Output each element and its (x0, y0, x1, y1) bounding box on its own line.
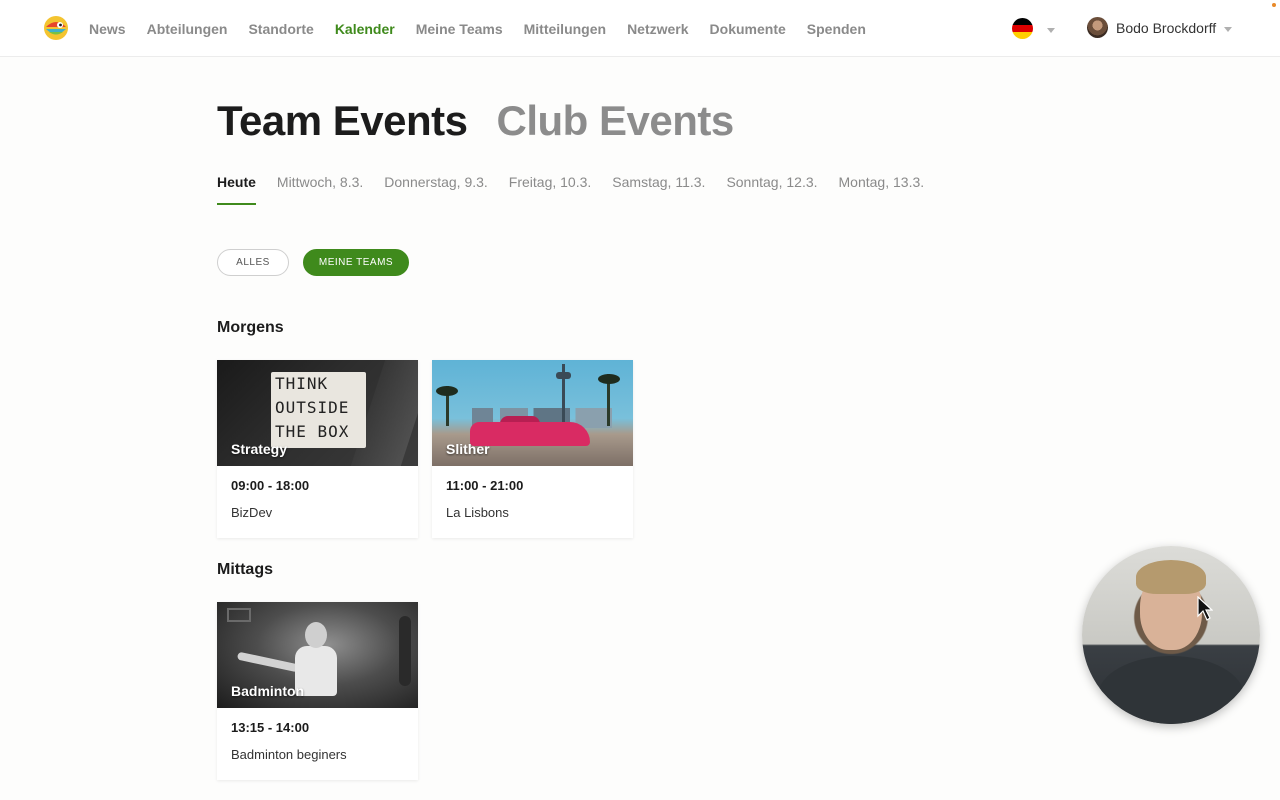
chevron-down-icon (1047, 27, 1055, 33)
top-navigation-bar: News Abteilungen Standorte Kalender Mein… (0, 0, 1280, 57)
notification-dot (1272, 3, 1276, 7)
nav-item-kalender[interactable]: Kalender (335, 21, 395, 37)
main-nav: News Abteilungen Standorte Kalender Mein… (89, 0, 887, 57)
event-time: 09:00 - 18:00 (231, 478, 310, 493)
nav-item-abteilungen[interactable]: Abteilungen (147, 21, 228, 37)
day-tab[interactable]: Montag, 13.3. (839, 174, 925, 205)
day-tab[interactable]: Freitag, 10.3. (509, 174, 592, 205)
german-flag-icon (1012, 18, 1033, 39)
tab-club-events[interactable]: Club Events (497, 97, 735, 145)
filter-all-button[interactable]: ALLES (217, 249, 289, 276)
nav-item-standorte[interactable]: Standorte (248, 21, 313, 37)
day-tab[interactable]: Sonntag, 12.3. (726, 174, 817, 205)
tab-team-events[interactable]: Team Events (217, 97, 468, 145)
mouse-cursor-icon (1197, 596, 1213, 621)
language-selector[interactable] (1012, 18, 1055, 39)
event-category: Slither (446, 441, 490, 457)
nav-item-spenden[interactable]: Spenden (807, 21, 866, 37)
nav-item-dokumente[interactable]: Dokumente (710, 21, 786, 37)
avatar (1087, 17, 1108, 38)
day-tab[interactable]: Donnerstag, 9.3. (384, 174, 488, 205)
event-time: 11:00 - 21:00 (446, 478, 524, 493)
event-category: Badminton (231, 683, 305, 699)
day-tabs: Heute Mittwoch, 8.3. Donnerstag, 9.3. Fr… (217, 174, 945, 205)
event-card-strategy[interactable]: THINK OUTSIDE THE BOX Strategy 09:00 - 1… (217, 360, 418, 538)
event-type-switch: Team Events Club Events (217, 97, 734, 145)
event-time: 13:15 - 14:00 (231, 720, 310, 735)
club-logo-icon[interactable] (43, 15, 69, 41)
filter-chips: ALLES MEINE TEAMS (217, 249, 409, 276)
day-tab-today[interactable]: Heute (217, 174, 256, 205)
event-category: Strategy (231, 441, 288, 457)
event-image: Slither (432, 360, 633, 466)
day-tab[interactable]: Mittwoch, 8.3. (277, 174, 363, 205)
event-team: Badminton beginers (231, 747, 347, 762)
section-title-noon: Mittags (217, 561, 273, 578)
event-team: La Lisbons (446, 505, 509, 520)
nav-item-mitteilungen[interactable]: Mitteilungen (524, 21, 606, 37)
nav-item-news[interactable]: News (89, 21, 126, 37)
user-menu[interactable]: Bodo Brockdorff (1087, 17, 1233, 38)
user-name: Bodo Brockdorff (1116, 19, 1217, 36)
event-card-slither[interactable]: Slither 11:00 - 21:00 La Lisbons (432, 360, 633, 538)
section-title-morning: Morgens (217, 319, 284, 336)
event-image: Badminton (217, 602, 418, 708)
nav-item-netzwerk[interactable]: Netzwerk (627, 21, 688, 37)
chevron-down-icon (1224, 26, 1233, 32)
presenter-video (1082, 546, 1260, 724)
event-image: THINK OUTSIDE THE BOX Strategy (217, 360, 418, 466)
event-card-badminton[interactable]: Badminton 13:15 - 14:00 Badminton begine… (217, 602, 418, 780)
filter-my-teams-button[interactable]: MEINE TEAMS (303, 249, 409, 276)
day-tab[interactable]: Samstag, 11.3. (612, 174, 705, 205)
event-team: BizDev (231, 505, 273, 520)
lightbox-sign: THINK OUTSIDE THE BOX (271, 372, 366, 448)
nav-item-meine-teams[interactable]: Meine Teams (416, 21, 503, 37)
